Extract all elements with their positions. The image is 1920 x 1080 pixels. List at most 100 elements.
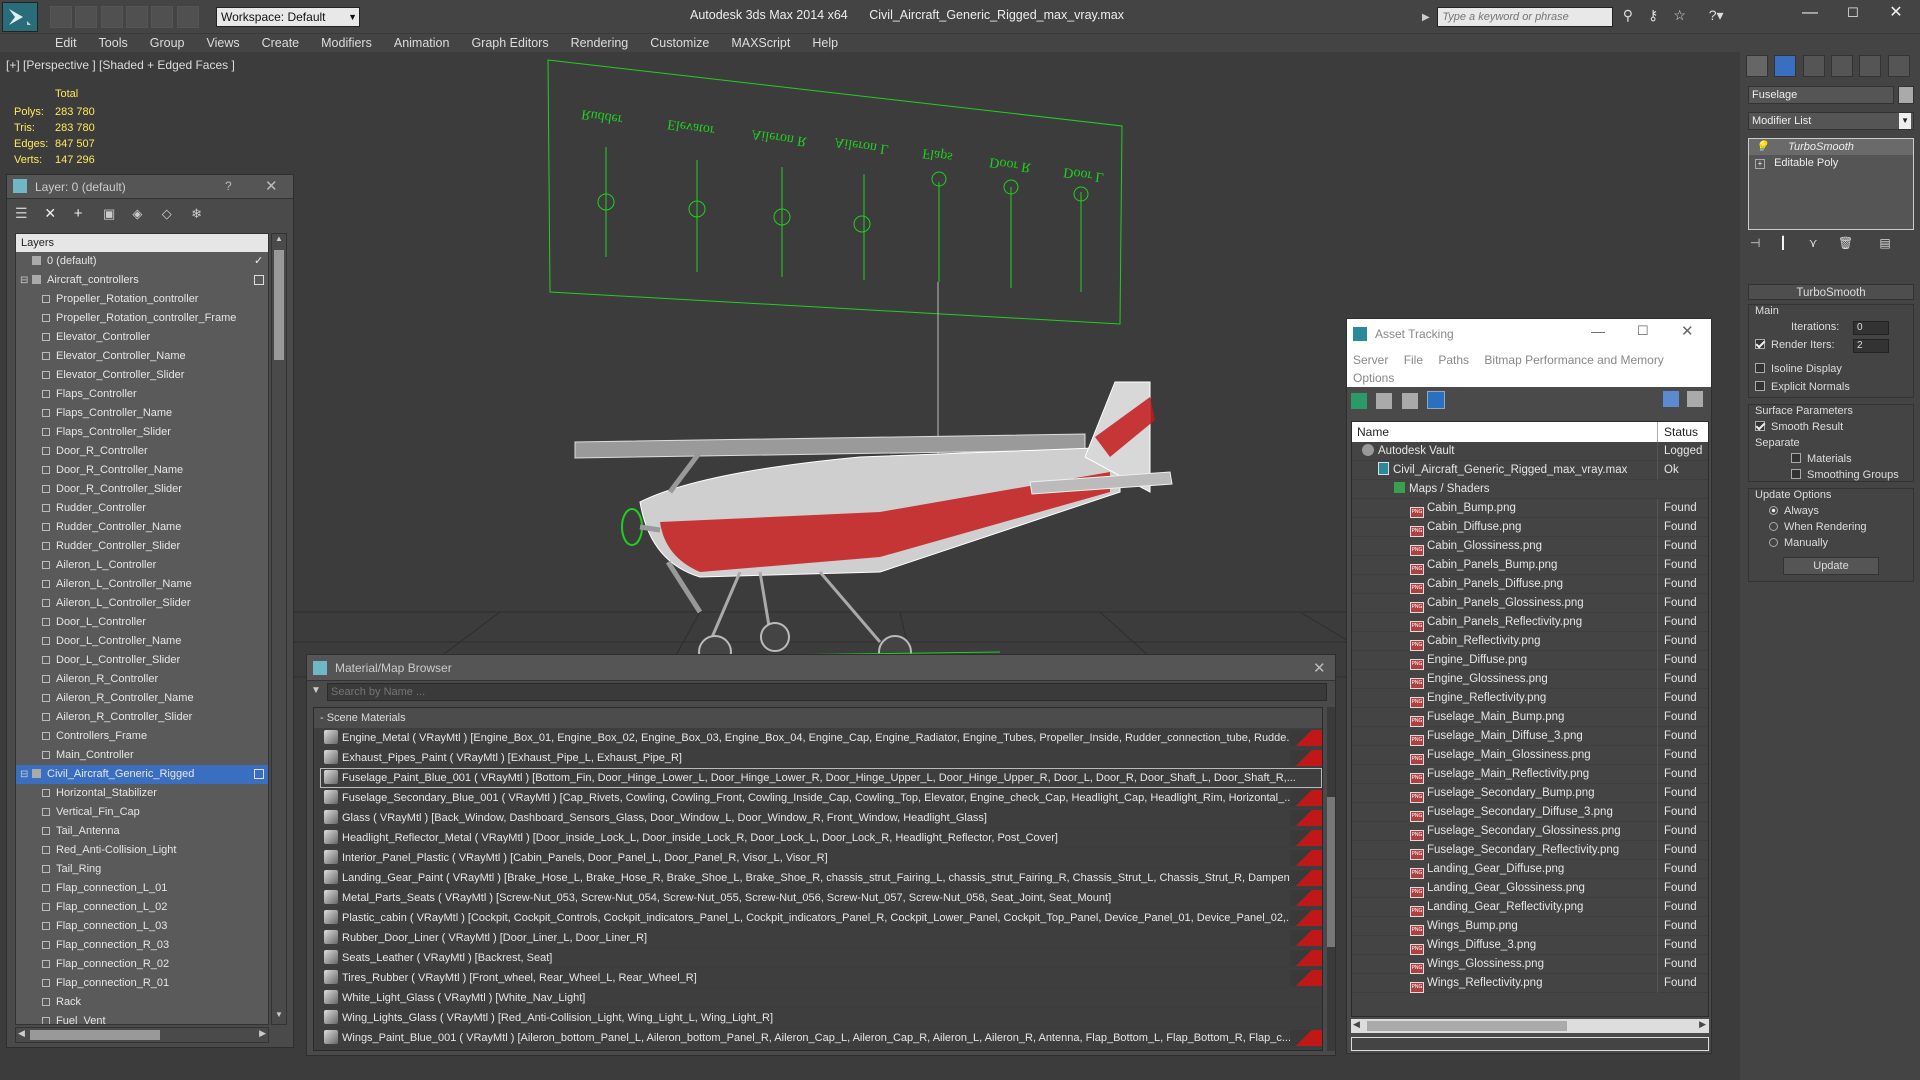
asset-row[interactable]: PNG Cabin_Reflectivity.png Found <box>1352 632 1708 651</box>
asset-row[interactable]: PNG Fuselage_Main_Bump.png Found <box>1352 708 1708 727</box>
scroll-down-icon[interactable]: ▼ <box>272 1010 286 1024</box>
layers-hscrollbar[interactable]: ◀ ▶ <box>15 1027 269 1043</box>
asset-row[interactable]: PNG Fuselage_Secondary_Diffuse_3.png Found <box>1352 803 1708 822</box>
object-name-field[interactable]: Fuselage <box>1748 86 1894 104</box>
asset-row[interactable]: PNG Landing_Gear_Glossiness.png Found <box>1352 879 1708 898</box>
create-tab-icon[interactable] <box>1746 55 1768 77</box>
material-row[interactable]: Glass ( VRayMtl ) [Back_Window, Dashboar… <box>320 808 1322 828</box>
project-folder-icon[interactable] <box>176 6 199 28</box>
asset-menu-bitmap[interactable]: Bitmap Performance and Memory <box>1484 353 1663 367</box>
stack-item-editable-poly[interactable]: + Editable Poly <box>1749 155 1913 171</box>
update-button[interactable]: Update <box>1783 557 1879 575</box>
layer-row[interactable]: Propeller_Rotation_controller <box>16 290 268 309</box>
explicit-normals-checkbox[interactable] <box>1755 381 1765 391</box>
material-row[interactable]: Interior_Panel_Plastic ( VRayMtl ) [Cabi… <box>320 848 1322 868</box>
asset-row[interactable]: PNG Fuselage_Secondary_Glossiness.png Foun… <box>1352 822 1708 841</box>
menu-edit[interactable]: Edit <box>44 34 88 52</box>
hierarchy-tab-icon[interactable] <box>1802 55 1825 77</box>
scroll-up-icon[interactable]: ▲ <box>272 234 286 248</box>
thumbnail-view-icon[interactable] <box>1401 393 1418 409</box>
favorites-star-icon[interactable]: ☆ <box>1673 7 1695 24</box>
layer-row[interactable]: ⊟ Aircraft_controllers <box>16 271 268 290</box>
menu-modifiers[interactable]: Modifiers <box>310 34 383 52</box>
when-rendering-radio[interactable] <box>1769 522 1778 531</box>
layer-active-toggle[interactable] <box>254 769 264 779</box>
iterations-spinner[interactable]: 0 <box>1853 321 1889 335</box>
make-unique-icon[interactable]: ⋎ <box>1809 236 1835 250</box>
delete-layer-icon[interactable]: ✕ <box>44 205 70 222</box>
material-vscrollbar[interactable] <box>1327 707 1335 1051</box>
layer-row[interactable]: Aileron_R_Controller_Name <box>16 689 268 708</box>
refresh-icon[interactable] <box>1351 393 1367 409</box>
app-logo-icon[interactable] <box>2 2 38 32</box>
layer-row[interactable]: Aileron_R_Controller <box>16 670 268 689</box>
asset-row[interactable]: PNG Cabin_Panels_Diffuse.png Found <box>1352 575 1708 594</box>
asset-row[interactable]: PNG Fuselage_Main_Glossiness.png Found <box>1352 746 1708 765</box>
close-button[interactable]: ✕ <box>1876 2 1916 26</box>
workspace-dropdown[interactable]: Workspace: Default ▼ <box>216 7 360 27</box>
menu-animation[interactable]: Animation <box>383 34 461 52</box>
layer-row[interactable]: Door_R_Controller_Slider <box>16 480 268 499</box>
scene-materials-header[interactable]: - Scene Materials <box>314 708 1322 728</box>
layers-vscrollbar[interactable]: ▲ ▼ <box>271 233 287 1025</box>
asset-row[interactable]: PNG Wings_Glossiness.png Found <box>1352 955 1708 974</box>
menu-rendering[interactable]: Rendering <box>560 34 640 52</box>
asset-hscroll-right-icon[interactable]: ▶ <box>1699 1019 1706 1030</box>
layer-active-toggle[interactable] <box>254 275 264 285</box>
asset-row[interactable]: PNG Cabin_Panels_Bump.png Found <box>1352 556 1708 575</box>
material-row[interactable]: Wing_Lights_Glass ( VRayMtl ) [Red_Anti-… <box>320 1008 1322 1028</box>
table-view-icon[interactable] <box>1427 391 1446 409</box>
asset-col-name[interactable]: Name <box>1352 425 1389 439</box>
asset-pin-icon[interactable] <box>1687 391 1703 407</box>
undo-icon[interactable] <box>126 6 149 28</box>
asset-hscroll-thumb[interactable] <box>1367 1021 1567 1031</box>
collapse-minus-icon[interactable]: ⊟ <box>20 271 32 290</box>
asset-row[interactable]: PNG Fuselage_Main_Reflectivity.png Found <box>1352 765 1708 784</box>
expand-plus-icon[interactable]: + <box>1755 159 1765 169</box>
asset-row[interactable]: PNG Cabin_Panels_Glossiness.png Found <box>1352 594 1708 613</box>
layer-row[interactable]: Door_R_Controller <box>16 442 268 461</box>
asset-row[interactable]: PNG Fuselage_Secondary_Reflectivity.png Fo… <box>1352 841 1708 860</box>
layer-row[interactable]: Flap_connection_R_02 <box>16 955 268 974</box>
highlight-layer-icon[interactable]: ◈ <box>132 206 158 222</box>
modifier-list-dropdown[interactable]: Modifier List ▼ <box>1748 112 1914 130</box>
asset-help-icon[interactable] <box>1663 391 1679 407</box>
layer-row[interactable]: Rudder_Controller <box>16 499 268 518</box>
layer-row[interactable]: Aileron_L_Controller <box>16 556 268 575</box>
asset-tracking-titlebar[interactable]: Asset Tracking — ☐ ✕ <box>1347 319 1711 349</box>
keyword-search-input[interactable] <box>1437 7 1614 27</box>
material-row[interactable]: Landing_Gear_Paint ( VRayMtl ) [Brake_Ho… <box>320 868 1322 888</box>
layer-row[interactable]: Flaps_Controller_Name <box>16 404 268 423</box>
layer-row[interactable]: Aileron_L_Controller_Slider <box>16 594 268 613</box>
layer-row[interactable]: Flap_connection_R_03 <box>16 936 268 955</box>
asset-menu-server[interactable]: Server <box>1353 353 1388 367</box>
render-iters-checkbox[interactable] <box>1755 339 1765 349</box>
show-end-result-icon[interactable]: ┃ <box>1779 236 1805 250</box>
layer-row[interactable]: Door_L_Controller_Name <box>16 632 268 651</box>
menu-customize[interactable]: Customize <box>639 34 720 52</box>
asset-menu-options[interactable]: Options <box>1353 371 1711 385</box>
layer-row[interactable]: ⊟ Civil_Aircraft_Generic_Rigged <box>16 765 268 784</box>
material-row[interactable]: White_Light_Glass ( VRayMtl ) [White_Nav… <box>320 988 1322 1008</box>
asset-close-button[interactable]: ✕ <box>1681 322 1694 340</box>
layer-close-icon[interactable]: ✕ <box>265 177 278 195</box>
layer-row[interactable]: Main_Controller <box>16 746 268 765</box>
layer-row[interactable]: Flap_connection_L_03 <box>16 917 268 936</box>
asset-row[interactable]: PNG Cabin_Panels_Reflectivity.png Found <box>1352 613 1708 632</box>
isoline-checkbox[interactable] <box>1755 363 1765 373</box>
menu-views[interactable]: Views <box>195 34 250 52</box>
asset-hscrollbar[interactable]: ◀ ▶ <box>1351 1019 1709 1033</box>
layer-row[interactable]: Flap_connection_L_01 <box>16 879 268 898</box>
layer-row[interactable]: Door_R_Controller_Name <box>16 461 268 480</box>
layer-row[interactable]: Rudder_Controller_Slider <box>16 537 268 556</box>
material-row[interactable]: Plastic_cabin ( VRayMtl ) [Cockpit, Cock… <box>320 908 1322 928</box>
material-row[interactable]: Engine_Metal ( VRayMtl ) [Engine_Box_01,… <box>320 728 1322 748</box>
layer-row[interactable]: Flap_connection_R_01 <box>16 974 268 993</box>
material-scroll-thumb[interactable] <box>1327 797 1335 947</box>
asset-row[interactable]: Autodesk Vault Logged <box>1352 442 1708 461</box>
menu-create[interactable]: Create <box>251 34 311 52</box>
asset-minimize-button[interactable]: — <box>1591 323 1605 339</box>
layer-row[interactable]: Red_Anti-Collision_Light <box>16 841 268 860</box>
manually-radio[interactable] <box>1769 538 1778 547</box>
asset-menu-paths[interactable]: Paths <box>1438 353 1469 367</box>
